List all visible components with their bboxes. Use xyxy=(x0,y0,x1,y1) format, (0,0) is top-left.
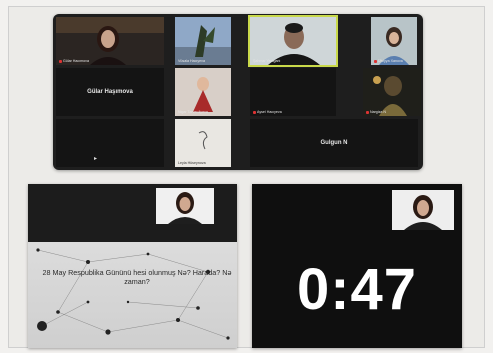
participant-name: Nigar Tarverdiyeva xyxy=(178,110,208,114)
participant-tile[interactable]: Vüsala Hacıyeva xyxy=(175,17,231,65)
participant-name: Gülar Hacımova xyxy=(59,59,89,63)
network-graphic xyxy=(36,248,230,340)
participant-tile[interactable]: Leyla Hüseynova xyxy=(175,119,231,167)
child-video xyxy=(175,68,231,116)
participant-tile[interactable]: Ülviyya Xanova xyxy=(371,17,417,65)
man-video xyxy=(250,17,336,65)
participant-tile[interactable]: Şahmar Yadigarlı xyxy=(248,15,338,67)
participant-tile[interactable]: Nigar Tarverdiyeva xyxy=(175,68,231,116)
girl-video xyxy=(371,17,417,65)
doll-video xyxy=(363,68,421,116)
timer-screenshot: 0:47 xyxy=(252,184,462,348)
participant-tile[interactable]: Gülar Hacımova xyxy=(56,17,164,65)
participant-center-name: Gülar Haşımova xyxy=(87,89,133,96)
presentation-slide: 28 May Respublika Gününü hesi olunmuş Nə… xyxy=(28,242,237,348)
speaker-thumbnail xyxy=(392,190,454,230)
participant-name: Ülviyya Xanova xyxy=(374,59,403,63)
participant-tile[interactable]: ▸ xyxy=(56,119,164,167)
participant-center-name: Gulgun N xyxy=(320,140,348,147)
sketch-video xyxy=(175,119,231,167)
participant-tile[interactable]: Gulgun N xyxy=(250,119,418,167)
participant-tile[interactable]: Nargiza N xyxy=(363,68,421,116)
countdown-timer: 0:47 xyxy=(296,257,418,322)
participant-name: Aysel Hacıyeva xyxy=(253,110,282,114)
participant-tile[interactable]: Gülar Haşımova xyxy=(56,68,164,116)
slide-question: 28 May Respublika Gününü hesi olunmuş Nə… xyxy=(42,268,232,286)
speaker-video xyxy=(392,190,454,230)
participant-name: Leyla Hüseynova xyxy=(178,161,206,165)
speaker-thumbnail xyxy=(156,188,214,224)
cursor-icon: ▸ xyxy=(94,156,98,162)
plant-video xyxy=(175,17,231,65)
participant-name: Vüsala Hacıyeva xyxy=(178,59,205,63)
person-video xyxy=(56,17,164,65)
speaker-video xyxy=(156,188,214,224)
participant-tile[interactable]: Aysel Hacıyeva xyxy=(250,68,336,116)
slide-screenshot: 28 May Respublika Gününü hesi olunmuş Nə… xyxy=(28,184,237,348)
participant-name: Nargiza N xyxy=(366,110,386,114)
participant-name: Şahmar Yadigarlı xyxy=(253,59,281,63)
meeting-gallery-screenshot: Gülar Hacımova Vüsala Hacıyeva Şahmar Ya… xyxy=(53,14,423,170)
